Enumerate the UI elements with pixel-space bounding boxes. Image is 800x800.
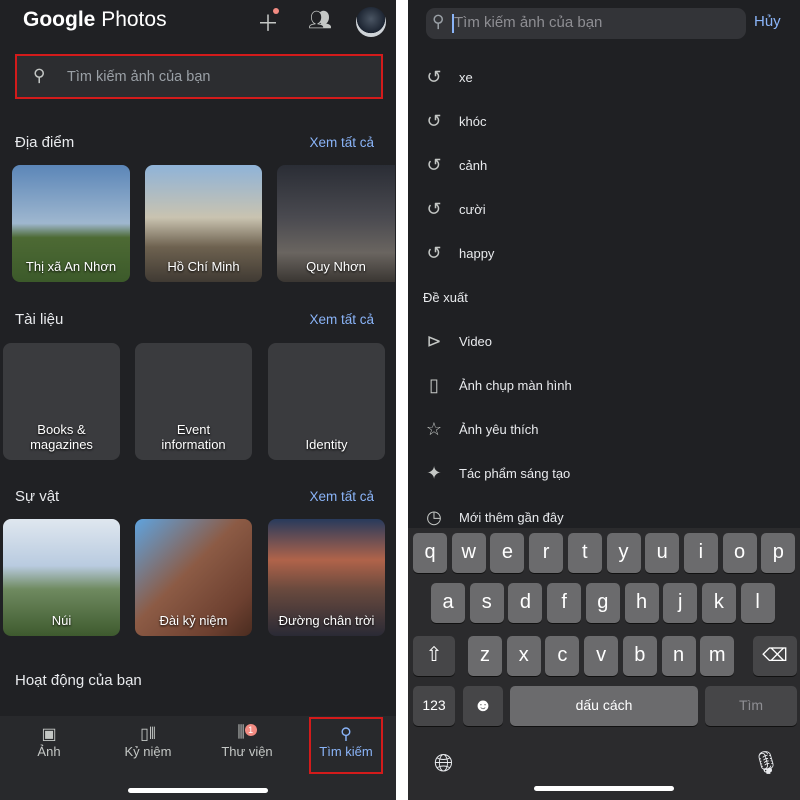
home-indicator — [128, 788, 268, 793]
globe-icon[interactable]: 🌐︎ — [434, 750, 453, 778]
memories-icon: ▯⦀ — [103, 724, 193, 744]
key-n[interactable]: n — [662, 636, 696, 676]
key-q[interactable]: q — [413, 533, 447, 573]
key-z[interactable]: z — [468, 636, 502, 676]
thing-tile[interactable]: Đài kỷ niệm — [135, 519, 252, 636]
notification-badge: 1 — [245, 724, 257, 736]
key-i[interactable]: i — [684, 533, 718, 573]
key-j[interactable]: j — [663, 583, 697, 623]
key-l[interactable]: l — [741, 583, 775, 623]
key-m[interactable]: m — [700, 636, 734, 676]
key-u[interactable]: u — [645, 533, 679, 573]
nav-library[interactable]: ⫼1Thư viện — [202, 724, 292, 759]
suggestion-screenshots[interactable]: ▯Ảnh chụp màn hình — [423, 373, 572, 397]
keyboard: ⇧ ⌫ 123 ☻ dấu cách Tìm 🌐︎ 🎙︎ qwertyuiop a… — [408, 528, 800, 800]
sparkle-icon: ✦ — [423, 463, 445, 484]
document-tile[interactable]: Books & magazines — [3, 343, 120, 460]
clock-icon: ◷ — [423, 507, 445, 528]
place-tile[interactable]: Hồ Chí Minh — [145, 165, 262, 282]
suggestion-recent[interactable]: ◷Mới thêm gần đây — [423, 505, 564, 529]
numbers-key[interactable]: 123 — [413, 686, 455, 726]
key-p[interactable]: p — [761, 533, 795, 573]
see-all-places-link[interactable]: Xem tất cả — [309, 135, 374, 150]
suggestions-title: Đề xuất — [423, 285, 468, 309]
suggestion-creations[interactable]: ✦Tác phẩm sáng tạo — [423, 461, 570, 485]
search-go-key[interactable]: Tìm — [705, 686, 797, 726]
history-icon: ↺ — [423, 199, 445, 220]
key-s[interactable]: s — [470, 583, 504, 623]
document-tile[interactable]: Identity — [268, 343, 385, 460]
key-a[interactable]: a — [431, 583, 465, 623]
key-h[interactable]: h — [625, 583, 659, 623]
history-item[interactable]: ↺xe — [423, 65, 473, 89]
key-r[interactable]: r — [529, 533, 563, 573]
search-input[interactable]: ⚲ Tìm kiếm ảnh của bạn — [426, 8, 746, 39]
add-icon[interactable]: ＋ — [257, 6, 279, 38]
star-icon: ☆ — [423, 419, 445, 440]
nav-memories[interactable]: ▯⦀Kỷ niệm — [103, 724, 193, 759]
nav-photos[interactable]: ▣Ảnh — [4, 724, 94, 759]
history-icon: ↺ — [423, 243, 445, 264]
search-placeholder: Tìm kiếm ảnh của bạn — [67, 69, 210, 85]
thing-tile[interactable]: Núi — [3, 519, 120, 636]
history-item[interactable]: ↺happy — [423, 241, 494, 265]
nav-search[interactable]: ⚲Tìm kiếm — [301, 724, 391, 759]
history-item[interactable]: ↺cảnh — [423, 153, 487, 177]
thing-tile[interactable]: Đường chân trời — [268, 519, 385, 636]
key-o[interactable]: o — [723, 533, 757, 573]
photos-search-home-screen: Google Photos ＋ 👥︎ ⚲ Tìm kiếm ảnh của bạ… — [0, 0, 396, 800]
section-title-things: Sự vật — [15, 488, 59, 505]
key-w[interactable]: w — [452, 533, 486, 573]
history-icon: ↺ — [423, 67, 445, 88]
key-g[interactable]: g — [586, 583, 620, 623]
history-icon: ↺ — [423, 155, 445, 176]
history-icon: ↺ — [423, 111, 445, 132]
microphone-icon[interactable]: 🎙︎ — [752, 750, 780, 776]
key-v[interactable]: v — [584, 636, 618, 676]
key-k[interactable]: k — [702, 583, 736, 623]
section-title-activity: Hoạt động của bạn — [15, 672, 142, 689]
home-indicator — [534, 786, 674, 791]
avatar[interactable] — [356, 7, 386, 37]
place-tile[interactable]: Quy Nhơn — [277, 165, 395, 282]
key-c[interactable]: c — [545, 636, 579, 676]
see-all-documents-link[interactable]: Xem tất cả — [309, 312, 374, 327]
section-title-places: Địa điểm — [15, 134, 74, 151]
photo-icon: ▣ — [4, 724, 94, 744]
space-key[interactable]: dấu cách — [510, 686, 698, 726]
phone-icon: ▯ — [423, 375, 445, 396]
key-d[interactable]: d — [508, 583, 542, 623]
search-input[interactable]: ⚲ Tìm kiếm ảnh của bạn — [15, 54, 383, 99]
suggestion-favorites[interactable]: ☆Ảnh yêu thích — [423, 417, 539, 441]
document-tile[interactable]: Event information — [135, 343, 252, 460]
place-tile[interactable]: Thị xã An Nhơn — [12, 165, 130, 282]
key-y[interactable]: y — [607, 533, 641, 573]
search-icon: ⚲ — [432, 12, 444, 32]
key-b[interactable]: b — [623, 636, 657, 676]
key-t[interactable]: t — [568, 533, 602, 573]
history-item[interactable]: ↺cười — [423, 197, 486, 221]
section-title-documents: Tài liệu — [15, 311, 63, 328]
search-suggestions-screen: ⚲ Tìm kiếm ảnh của bạn Hủy ↺xe ↺khóc ↺cả… — [408, 0, 800, 800]
google-photos-logo: Google Photos — [23, 8, 167, 32]
key-f[interactable]: f — [547, 583, 581, 623]
sharing-people-icon[interactable]: 👥︎ — [308, 8, 332, 32]
key-x[interactable]: x — [507, 636, 541, 676]
shift-key[interactable]: ⇧ — [413, 636, 455, 676]
emoji-key[interactable]: ☻ — [463, 686, 503, 726]
play-circle-icon: ⊳ — [423, 331, 445, 352]
search-icon: ⚲ — [33, 66, 45, 86]
see-all-things-link[interactable]: Xem tất cả — [309, 489, 374, 504]
backspace-key[interactable]: ⌫ — [753, 636, 797, 676]
cancel-button[interactable]: Hủy — [754, 13, 781, 30]
key-e[interactable]: e — [490, 533, 524, 573]
history-item[interactable]: ↺khóc — [423, 109, 486, 133]
library-icon: ⫼1 — [202, 724, 292, 744]
search-icon: ⚲ — [301, 724, 391, 744]
suggestion-video[interactable]: ⊳Video — [423, 329, 492, 353]
